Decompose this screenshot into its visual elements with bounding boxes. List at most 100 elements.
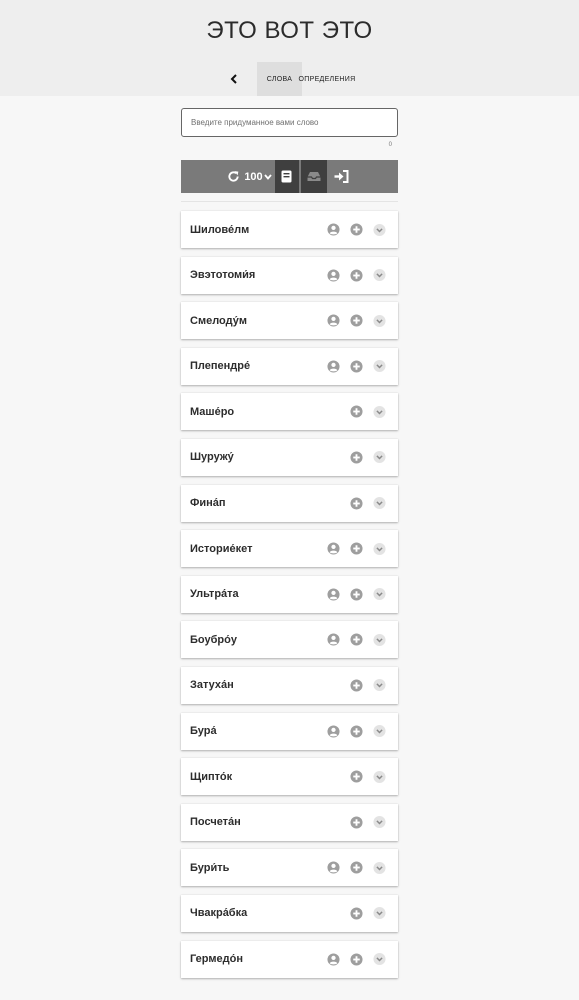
word-card[interactable]: Эвэтотоми́я bbox=[181, 256, 398, 294]
expand-chevron-icon[interactable] bbox=[373, 314, 386, 327]
word-actions bbox=[327, 451, 386, 464]
char-counter: 0 bbox=[388, 142, 392, 148]
word-card[interactable]: Смелоду́м bbox=[181, 302, 398, 340]
word-list: Шилове́лм Эвэтотоми́я Смелоду́м Плепендре́ М… bbox=[181, 211, 398, 978]
word-actions bbox=[327, 223, 386, 236]
word-card[interactable]: Бура́ bbox=[181, 712, 398, 750]
book-icon bbox=[281, 170, 292, 183]
expand-chevron-icon[interactable] bbox=[373, 816, 386, 829]
word-text: Ультра́та bbox=[190, 588, 239, 601]
toolbar: 100 bbox=[181, 160, 398, 193]
expand-chevron-icon[interactable] bbox=[373, 861, 386, 874]
user-icon[interactable] bbox=[327, 223, 340, 236]
count-dropdown-button[interactable] bbox=[263, 160, 273, 193]
add-icon[interactable] bbox=[350, 679, 363, 692]
expand-chevron-icon[interactable] bbox=[373, 907, 386, 920]
word-text: Фина́п bbox=[190, 497, 226, 510]
add-icon[interactable] bbox=[350, 816, 363, 829]
user-icon[interactable] bbox=[327, 861, 340, 874]
word-card[interactable]: Ультра́та bbox=[181, 575, 398, 613]
header: ЭТО ВОТ ЭТО СЛОВА ОПРЕДЕЛЕНИЯ bbox=[0, 0, 579, 96]
add-icon[interactable] bbox=[350, 405, 363, 418]
word-input[interactable] bbox=[189, 117, 390, 128]
user-icon[interactable] bbox=[327, 314, 340, 327]
tab-definitions[interactable]: ОПРЕДЕЛЕНИЯ bbox=[299, 62, 356, 96]
word-text: Плепендре́ bbox=[190, 360, 251, 373]
expand-chevron-icon[interactable] bbox=[373, 952, 386, 966]
word-card[interactable]: Шуружу́ bbox=[181, 438, 398, 476]
add-icon[interactable] bbox=[350, 952, 363, 966]
count-select[interactable]: 100 bbox=[244, 160, 262, 193]
word-card[interactable]: Чвакра́бка bbox=[181, 894, 398, 932]
expand-chevron-icon[interactable] bbox=[373, 451, 386, 464]
user-icon[interactable] bbox=[327, 952, 340, 966]
tab-words[interactable]: СЛОВА bbox=[257, 62, 302, 96]
word-card[interactable]: Фина́п bbox=[181, 484, 398, 522]
add-icon[interactable] bbox=[350, 633, 363, 646]
expand-chevron-icon[interactable] bbox=[373, 679, 386, 692]
expand-chevron-icon[interactable] bbox=[373, 633, 386, 646]
add-icon[interactable] bbox=[350, 770, 363, 783]
add-icon[interactable] bbox=[350, 451, 363, 464]
empty-slot bbox=[327, 770, 340, 783]
word-text: Посчета́н bbox=[190, 816, 241, 829]
expand-chevron-icon[interactable] bbox=[373, 588, 386, 601]
refresh-button[interactable] bbox=[223, 160, 243, 193]
add-icon[interactable] bbox=[350, 907, 363, 920]
expand-chevron-icon[interactable] bbox=[373, 497, 386, 510]
add-icon[interactable] bbox=[350, 497, 363, 510]
user-icon[interactable] bbox=[327, 588, 340, 601]
user-icon[interactable] bbox=[327, 269, 340, 282]
word-actions bbox=[327, 405, 386, 418]
user-icon[interactable] bbox=[327, 633, 340, 646]
login-button[interactable] bbox=[328, 160, 356, 193]
empty-slot bbox=[327, 497, 340, 510]
word-card[interactable]: Маше́ро bbox=[181, 393, 398, 431]
chevron-down-icon bbox=[263, 173, 272, 180]
back-button[interactable] bbox=[211, 62, 257, 96]
expand-chevron-icon[interactable] bbox=[373, 360, 386, 373]
empty-slot bbox=[327, 451, 340, 464]
add-icon[interactable] bbox=[350, 588, 363, 601]
word-card[interactable]: Бури́ть bbox=[181, 849, 398, 887]
add-icon[interactable] bbox=[350, 314, 363, 327]
word-card[interactable]: Щипто́к bbox=[181, 758, 398, 796]
divider bbox=[181, 201, 398, 202]
word-actions bbox=[327, 770, 386, 783]
expand-chevron-icon[interactable] bbox=[373, 770, 386, 783]
add-icon[interactable] bbox=[350, 542, 363, 555]
add-icon[interactable] bbox=[350, 360, 363, 373]
add-icon[interactable] bbox=[350, 269, 363, 282]
list-view-button[interactable] bbox=[274, 160, 299, 193]
add-icon[interactable] bbox=[350, 861, 363, 874]
word-text: Смелоду́м bbox=[190, 314, 247, 327]
word-card[interactable]: Гермедо́н bbox=[181, 940, 398, 978]
word-actions bbox=[327, 679, 386, 692]
word-card[interactable]: Затуха́н bbox=[181, 666, 398, 704]
expand-chevron-icon[interactable] bbox=[373, 724, 386, 738]
word-card[interactable]: Шилове́лм bbox=[181, 211, 398, 248]
refresh-icon bbox=[228, 171, 239, 182]
expand-chevron-icon[interactable] bbox=[373, 405, 386, 418]
word-text: Бури́ть bbox=[190, 861, 230, 874]
add-icon[interactable] bbox=[350, 724, 363, 738]
word-card[interactable]: Историе́кет bbox=[181, 530, 398, 568]
user-icon[interactable] bbox=[327, 542, 340, 555]
add-icon[interactable] bbox=[350, 223, 363, 236]
user-icon[interactable] bbox=[327, 724, 340, 738]
word-card[interactable]: Посчета́н bbox=[181, 803, 398, 841]
user-icon[interactable] bbox=[327, 360, 340, 373]
word-actions bbox=[327, 907, 386, 920]
word-text: Чвакра́бка bbox=[190, 907, 248, 920]
inbox-view-button[interactable] bbox=[300, 160, 327, 193]
word-actions bbox=[327, 724, 386, 738]
expand-chevron-icon[interactable] bbox=[373, 542, 386, 555]
word-card[interactable]: Боубро́у bbox=[181, 621, 398, 659]
word-card[interactable]: Плепендре́ bbox=[181, 347, 398, 385]
word-text: Гермедо́н bbox=[190, 953, 243, 965]
expand-chevron-icon[interactable] bbox=[373, 269, 386, 282]
expand-chevron-icon[interactable] bbox=[373, 223, 386, 236]
search-field[interactable] bbox=[181, 108, 398, 137]
empty-slot bbox=[327, 679, 340, 692]
word-text: Боубро́у bbox=[190, 633, 237, 646]
